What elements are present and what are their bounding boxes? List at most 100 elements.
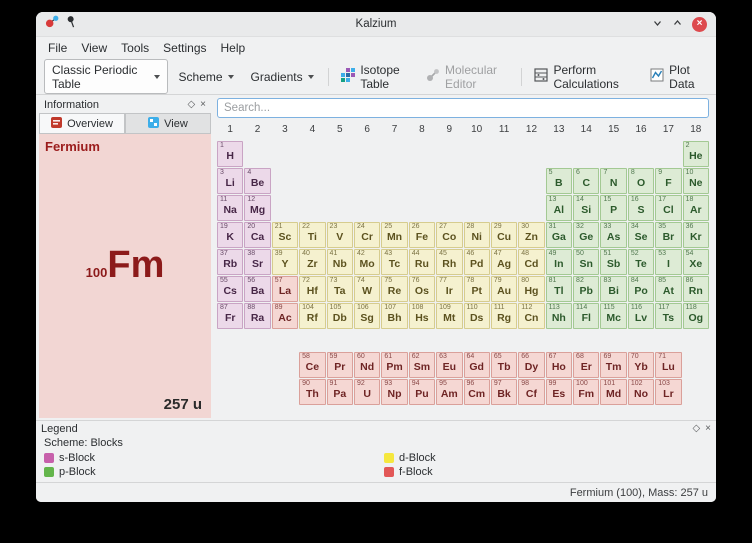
dock-float-icon[interactable]: ◇ (187, 100, 195, 110)
element-Tl[interactable]: 81Tl (546, 276, 572, 302)
table-type-select[interactable]: Classic Periodic Table (44, 59, 168, 94)
scheme-dropdown[interactable]: Scheme (173, 67, 240, 87)
element-Xe[interactable]: 54Xe (683, 249, 709, 275)
element-Ge[interactable]: 32Ge (573, 222, 599, 248)
element-Rh[interactable]: 45Rh (436, 249, 462, 275)
element-Yb[interactable]: 70Yb (628, 352, 654, 378)
element-Mc[interactable]: 115Mc (600, 303, 626, 329)
element-I[interactable]: 53I (655, 249, 681, 275)
element-Be[interactable]: 4Be (244, 168, 270, 194)
element-Cf[interactable]: 98Cf (518, 379, 544, 405)
element-Nh[interactable]: 113Nh (546, 303, 572, 329)
element-Mt[interactable]: 109Mt (436, 303, 462, 329)
element-Se[interactable]: 34Se (628, 222, 654, 248)
element-No[interactable]: 102No (628, 379, 654, 405)
element-Th[interactable]: 90Th (299, 379, 325, 405)
element-Rn[interactable]: 86Rn (683, 276, 709, 302)
element-Co[interactable]: 27Co (436, 222, 462, 248)
element-Fr[interactable]: 87Fr (217, 303, 243, 329)
menu-settings[interactable]: Settings (156, 39, 213, 57)
element-Gd[interactable]: 64Gd (464, 352, 490, 378)
element-La[interactable]: 57La (272, 276, 298, 302)
element-Y[interactable]: 39Y (272, 249, 298, 275)
isotope-table-button[interactable]: Isotope Table (336, 60, 416, 94)
element-Lr[interactable]: 103Lr (655, 379, 681, 405)
element-Es[interactable]: 99Es (546, 379, 572, 405)
perform-calculations-button[interactable]: Perform Calculations (529, 60, 640, 94)
element-Ds[interactable]: 110Ds (464, 303, 490, 329)
element-Cu[interactable]: 29Cu (491, 222, 517, 248)
element-In[interactable]: 49In (546, 249, 572, 275)
element-F[interactable]: 9F (655, 168, 681, 194)
element-O[interactable]: 8O (628, 168, 654, 194)
element-K[interactable]: 19K (217, 222, 243, 248)
element-Eu[interactable]: 63Eu (436, 352, 462, 378)
element-Tc[interactable]: 43Tc (381, 249, 407, 275)
element-Lv[interactable]: 116Lv (628, 303, 654, 329)
element-Si[interactable]: 14Si (573, 195, 599, 221)
element-N[interactable]: 7N (600, 168, 626, 194)
element-Br[interactable]: 35Br (655, 222, 681, 248)
element-As[interactable]: 33As (600, 222, 626, 248)
element-Hf[interactable]: 72Hf (299, 276, 325, 302)
element-Cd[interactable]: 48Cd (518, 249, 544, 275)
element-Cr[interactable]: 24Cr (354, 222, 380, 248)
element-S[interactable]: 16S (628, 195, 654, 221)
element-Pb[interactable]: 82Pb (573, 276, 599, 302)
element-Li[interactable]: 3Li (217, 168, 243, 194)
element-Na[interactable]: 11Na (217, 195, 243, 221)
element-Rf[interactable]: 104Rf (299, 303, 325, 329)
menu-view[interactable]: View (74, 39, 114, 57)
plot-data-button[interactable]: Plot Data (645, 60, 708, 94)
element-Au[interactable]: 79Au (491, 276, 517, 302)
element-Ts[interactable]: 117Ts (655, 303, 681, 329)
element-B[interactable]: 5B (546, 168, 572, 194)
element-Sm[interactable]: 62Sm (409, 352, 435, 378)
element-Te[interactable]: 52Te (628, 249, 654, 275)
menu-tools[interactable]: Tools (114, 39, 156, 57)
element-Hg[interactable]: 80Hg (518, 276, 544, 302)
element-Pa[interactable]: 91Pa (327, 379, 353, 405)
element-Pr[interactable]: 59Pr (327, 352, 353, 378)
element-U[interactable]: 92U (354, 379, 380, 405)
element-Fl[interactable]: 114Fl (573, 303, 599, 329)
element-Rg[interactable]: 111Rg (491, 303, 517, 329)
element-Fm[interactable]: 100Fm (573, 379, 599, 405)
element-Np[interactable]: 93Np (381, 379, 407, 405)
tab-view[interactable]: View (125, 113, 211, 134)
element-Ho[interactable]: 67Ho (546, 352, 572, 378)
element-W[interactable]: 74W (354, 276, 380, 302)
element-Zr[interactable]: 40Zr (299, 249, 325, 275)
element-Ba[interactable]: 56Ba (244, 276, 270, 302)
element-Lu[interactable]: 71Lu (655, 352, 681, 378)
element-Ca[interactable]: 20Ca (244, 222, 270, 248)
element-C[interactable]: 6C (573, 168, 599, 194)
element-Er[interactable]: 68Er (573, 352, 599, 378)
element-Po[interactable]: 84Po (628, 276, 654, 302)
element-Kr[interactable]: 36Kr (683, 222, 709, 248)
element-Nb[interactable]: 41Nb (327, 249, 353, 275)
element-Ar[interactable]: 18Ar (683, 195, 709, 221)
element-Sg[interactable]: 106Sg (354, 303, 380, 329)
element-Cm[interactable]: 96Cm (464, 379, 490, 405)
element-Nd[interactable]: 60Nd (354, 352, 380, 378)
element-Tm[interactable]: 69Tm (600, 352, 626, 378)
element-Bi[interactable]: 83Bi (600, 276, 626, 302)
element-He[interactable]: 2He (683, 141, 709, 167)
element-Hs[interactable]: 108Hs (409, 303, 435, 329)
element-Mn[interactable]: 25Mn (381, 222, 407, 248)
element-P[interactable]: 15P (600, 195, 626, 221)
gradients-dropdown[interactable]: Gradients (245, 67, 320, 87)
element-Bh[interactable]: 107Bh (381, 303, 407, 329)
element-Sc[interactable]: 21Sc (272, 222, 298, 248)
element-Ag[interactable]: 47Ag (491, 249, 517, 275)
element-Bk[interactable]: 97Bk (491, 379, 517, 405)
element-Fe[interactable]: 26Fe (409, 222, 435, 248)
element-Pu[interactable]: 94Pu (409, 379, 435, 405)
dock-float-icon[interactable]: ◇ (692, 424, 700, 434)
element-Ti[interactable]: 22Ti (299, 222, 325, 248)
element-Mo[interactable]: 42Mo (354, 249, 380, 275)
element-Cs[interactable]: 55Cs (217, 276, 243, 302)
element-Db[interactable]: 105Db (327, 303, 353, 329)
molecular-editor-button[interactable]: Molecular Editor (421, 60, 513, 94)
